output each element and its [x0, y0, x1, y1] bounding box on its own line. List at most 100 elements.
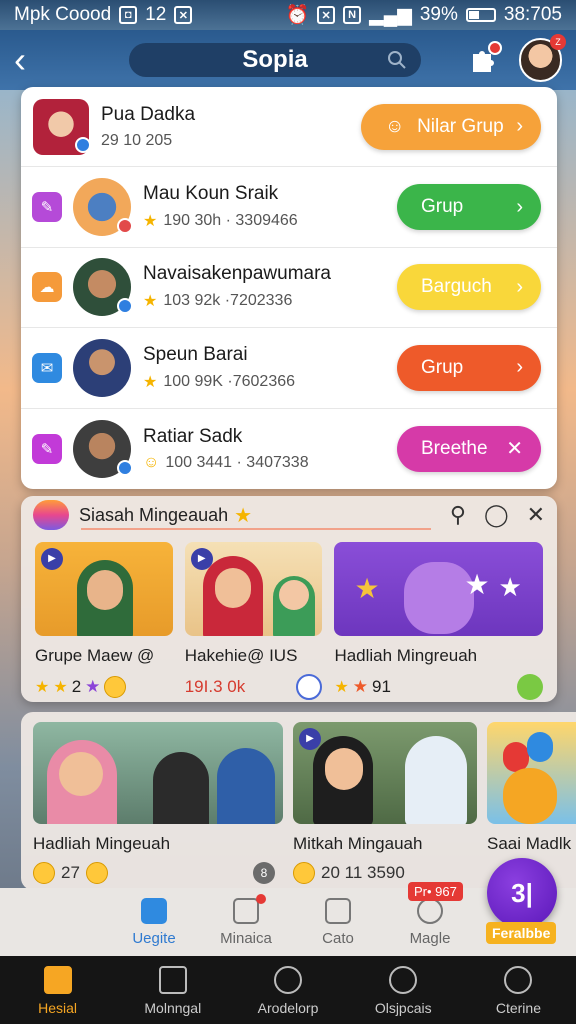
video-meta: 20 11 3590: [321, 863, 405, 882]
card-meta: 91: [372, 677, 391, 696]
card-thumbnail: ▶: [184, 542, 323, 636]
group-button[interactable]: Grup ›: [397, 184, 541, 231]
video-title: Saai Madlk: [487, 834, 572, 853]
star-icon: ★: [498, 572, 522, 602]
tab-cato[interactable]: Cato: [292, 897, 384, 947]
alarm-icon: ⏰: [285, 5, 310, 26]
person-illustration: [217, 748, 275, 824]
group-row[interactable]: Pua Dadka 29 10 205 ☺ Nilar Grup ›: [21, 87, 557, 168]
nav-search[interactable]: Arodelorp: [230, 956, 345, 1024]
search-icon: [274, 966, 302, 994]
group-avatar: [73, 178, 133, 237]
home-icon: [43, 966, 72, 994]
star-icon: ★: [143, 373, 158, 391]
featured-section: Siasah Mingeauah ★ ⚲ ◯ ✕ ▶ Grupe Maew @ …: [21, 496, 557, 702]
group-name: Pua Dadka: [101, 103, 196, 125]
group-avatar: [33, 98, 91, 155]
clock: 38:705: [503, 4, 562, 25]
play-icon: ▶: [41, 548, 63, 570]
nav-label: Hesial: [38, 1000, 78, 1016]
person-illustration: [153, 752, 209, 824]
play-icon: ▶: [299, 728, 321, 750]
card-thumbnail: ▶: [35, 542, 173, 636]
featured-card[interactable]: ▶ Hakehie@ IUS 19I.3 0k: [184, 542, 323, 700]
group-row[interactable]: ☁ Navaisakenpawumara ★ 103 92k ·7202336 B…: [21, 248, 557, 329]
group-meta: 100 3441 · 3407338: [165, 453, 309, 471]
price-badge: Pr• 967: [408, 881, 463, 901]
chevron-right-icon: ›: [516, 356, 523, 379]
star-icon: ★: [35, 679, 50, 696]
star-icon: ★: [354, 573, 380, 604]
search-icon[interactable]: [387, 50, 407, 70]
floating-action-button[interactable]: 3|: [487, 858, 557, 928]
notif-count: 12: [145, 4, 167, 25]
cloud-icon: ☁: [32, 272, 62, 303]
app-header: ‹ Sopia Z: [0, 30, 576, 90]
search-icon[interactable]: ⚲: [450, 502, 466, 528]
camera-icon: [233, 897, 259, 924]
search-bar[interactable]: Sopia: [129, 43, 421, 77]
heart-icon: [389, 966, 418, 994]
smiley-icon: ☺: [385, 115, 405, 137]
group-button[interactable]: Breethe ✕: [397, 425, 541, 472]
profile-avatar[interactable]: Z: [518, 34, 566, 82]
video-thumbnail: [487, 722, 576, 824]
group-avatar: [73, 258, 133, 317]
back-button[interactable]: ‹: [14, 42, 49, 78]
featured-card[interactable]: ★ ★ ★ Hadliah Mingreuah ★ ★ 91: [334, 542, 543, 700]
info-icon: 8: [253, 862, 275, 884]
camera-icon: ◘: [119, 6, 138, 24]
group-row[interactable]: ✎ Mau Koun Sraik ★ 190 30h · 3309466 Grup…: [21, 167, 557, 248]
button-label: Breethe: [421, 437, 488, 459]
video-card[interactable]: ▶ Mitkah Mingauah 20 11 3590: [293, 722, 477, 884]
puzzle-icon[interactable]: [467, 41, 502, 76]
list-icon: [158, 966, 187, 994]
button-label: Grup: [421, 196, 464, 218]
group-meta: 103 92k ·7202336: [163, 292, 293, 310]
person-illustration: [405, 736, 467, 824]
verified-icon: [117, 298, 133, 315]
compass-icon: [296, 674, 323, 700]
chevron-right-icon: ›: [516, 275, 523, 298]
nfc-icon: N: [343, 6, 362, 24]
featured-card[interactable]: ▶ Grupe Maew @ ★ ★ 2 ★: [35, 542, 173, 700]
group-avatar: [73, 338, 131, 397]
face-illustration: [278, 580, 309, 610]
verified-icon: [75, 136, 91, 153]
group-button[interactable]: Grup ›: [397, 344, 541, 391]
user-icon[interactable]: ◯: [484, 502, 509, 528]
nav-label: Molnngal: [144, 1000, 202, 1016]
smiley-icon: [293, 862, 315, 884]
tab-magle[interactable]: Pr• 967 Magle: [384, 881, 476, 947]
nav-info[interactable]: Cterine: [461, 956, 576, 1024]
group-button[interactable]: Barguch ›: [397, 264, 541, 311]
divider: [81, 528, 431, 530]
card-title: Hadliah Mingreuah: [334, 646, 478, 665]
button-label: Grup: [421, 356, 464, 378]
tab-minaica[interactable]: Minaica: [200, 893, 292, 947]
fab-label[interactable]: Feralbbe: [486, 922, 557, 944]
nav-label: Arodelorp: [257, 1000, 319, 1016]
close-icon[interactable]: ✕: [527, 502, 545, 528]
join-group-button[interactable]: ☺ Nilar Grup ›: [361, 103, 541, 150]
face-illustration: [325, 748, 363, 790]
video-meta: 27: [61, 863, 80, 882]
nav-home[interactable]: Hesial: [0, 956, 115, 1024]
button-label: Nilar Grup: [417, 115, 504, 137]
tab-uegite[interactable]: Uegite: [108, 897, 200, 947]
edit-icon: [516, 674, 543, 700]
signal-icon: ▂▄▆: [369, 4, 412, 26]
battery-icon: [465, 8, 496, 22]
nav-favorites[interactable]: Olsjpcais: [346, 956, 461, 1024]
video-thumbnail: [33, 722, 283, 824]
group-row[interactable]: ✉ Speun Barai ★ 100 99K ·7602366 Grup ›: [21, 328, 557, 409]
video-title: Mitkah Mingauah: [293, 834, 423, 853]
group-row[interactable]: ✎ Ratiar Sadk ☺ 100 3441 · 3407338 Breeth…: [21, 409, 557, 489]
card-thumbnail: ★ ★ ★: [334, 542, 543, 636]
nav-list[interactable]: Molnngal: [115, 956, 230, 1024]
info-icon: [504, 966, 533, 994]
card-title: Grupe Maew @: [35, 646, 155, 665]
badge-icon: [117, 218, 133, 235]
smiley-icon: ☺: [143, 453, 160, 471]
video-card[interactable]: Hadliah Mingeuah 27 8: [33, 722, 283, 884]
